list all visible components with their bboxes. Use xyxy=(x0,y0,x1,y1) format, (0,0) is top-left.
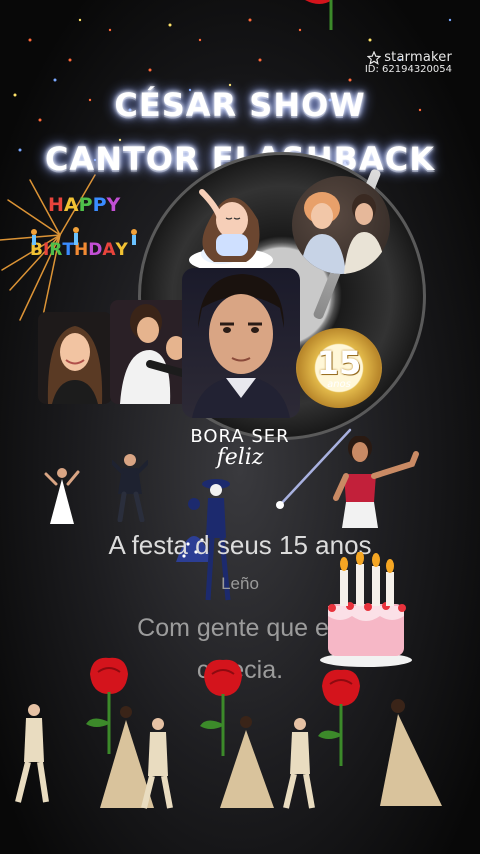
badge-word: anos xyxy=(327,378,351,390)
groom-dancing-sticker xyxy=(112,454,148,522)
woman-red-dancing-sticker xyxy=(333,436,419,528)
candles-icon xyxy=(31,227,137,245)
woman-portrait-sticker xyxy=(38,312,112,404)
starmaker-watermark: starmaker ID: 62194320054 xyxy=(365,50,452,75)
couple-photo-sticker xyxy=(292,176,390,274)
birthday-cake-sticker xyxy=(320,552,412,667)
badge-number: 15 xyxy=(316,343,362,382)
bride-dancing-sticker xyxy=(44,468,80,524)
bora-ser-feliz-sticker: BORA SER feliz xyxy=(186,426,294,470)
wedding-couple-sticker-2 xyxy=(220,716,315,809)
cartoon-girl-cloud-sticker xyxy=(189,189,273,272)
singer-photo xyxy=(182,268,300,418)
bora-text: BORA SER xyxy=(190,426,290,447)
user-id: ID: 62194320054 xyxy=(364,64,452,75)
starmaker-brand: starmaker xyxy=(365,50,452,65)
brand-name: starmaker xyxy=(384,50,452,65)
star-logo-icon xyxy=(367,50,382,65)
happy-sticker: HAPPY xyxy=(48,194,121,216)
wedding-couple-sticker xyxy=(15,704,173,809)
feliz-text: feliz xyxy=(216,445,264,470)
video-canvas: starmaker ID: 62194320054 CÉSAR SHOW CAN… xyxy=(0,0,480,854)
fifteen-years-badge: 15 anos xyxy=(296,328,382,408)
title-line-1: CÉSAR SHOW xyxy=(114,86,366,124)
bride-sticker xyxy=(380,699,442,806)
